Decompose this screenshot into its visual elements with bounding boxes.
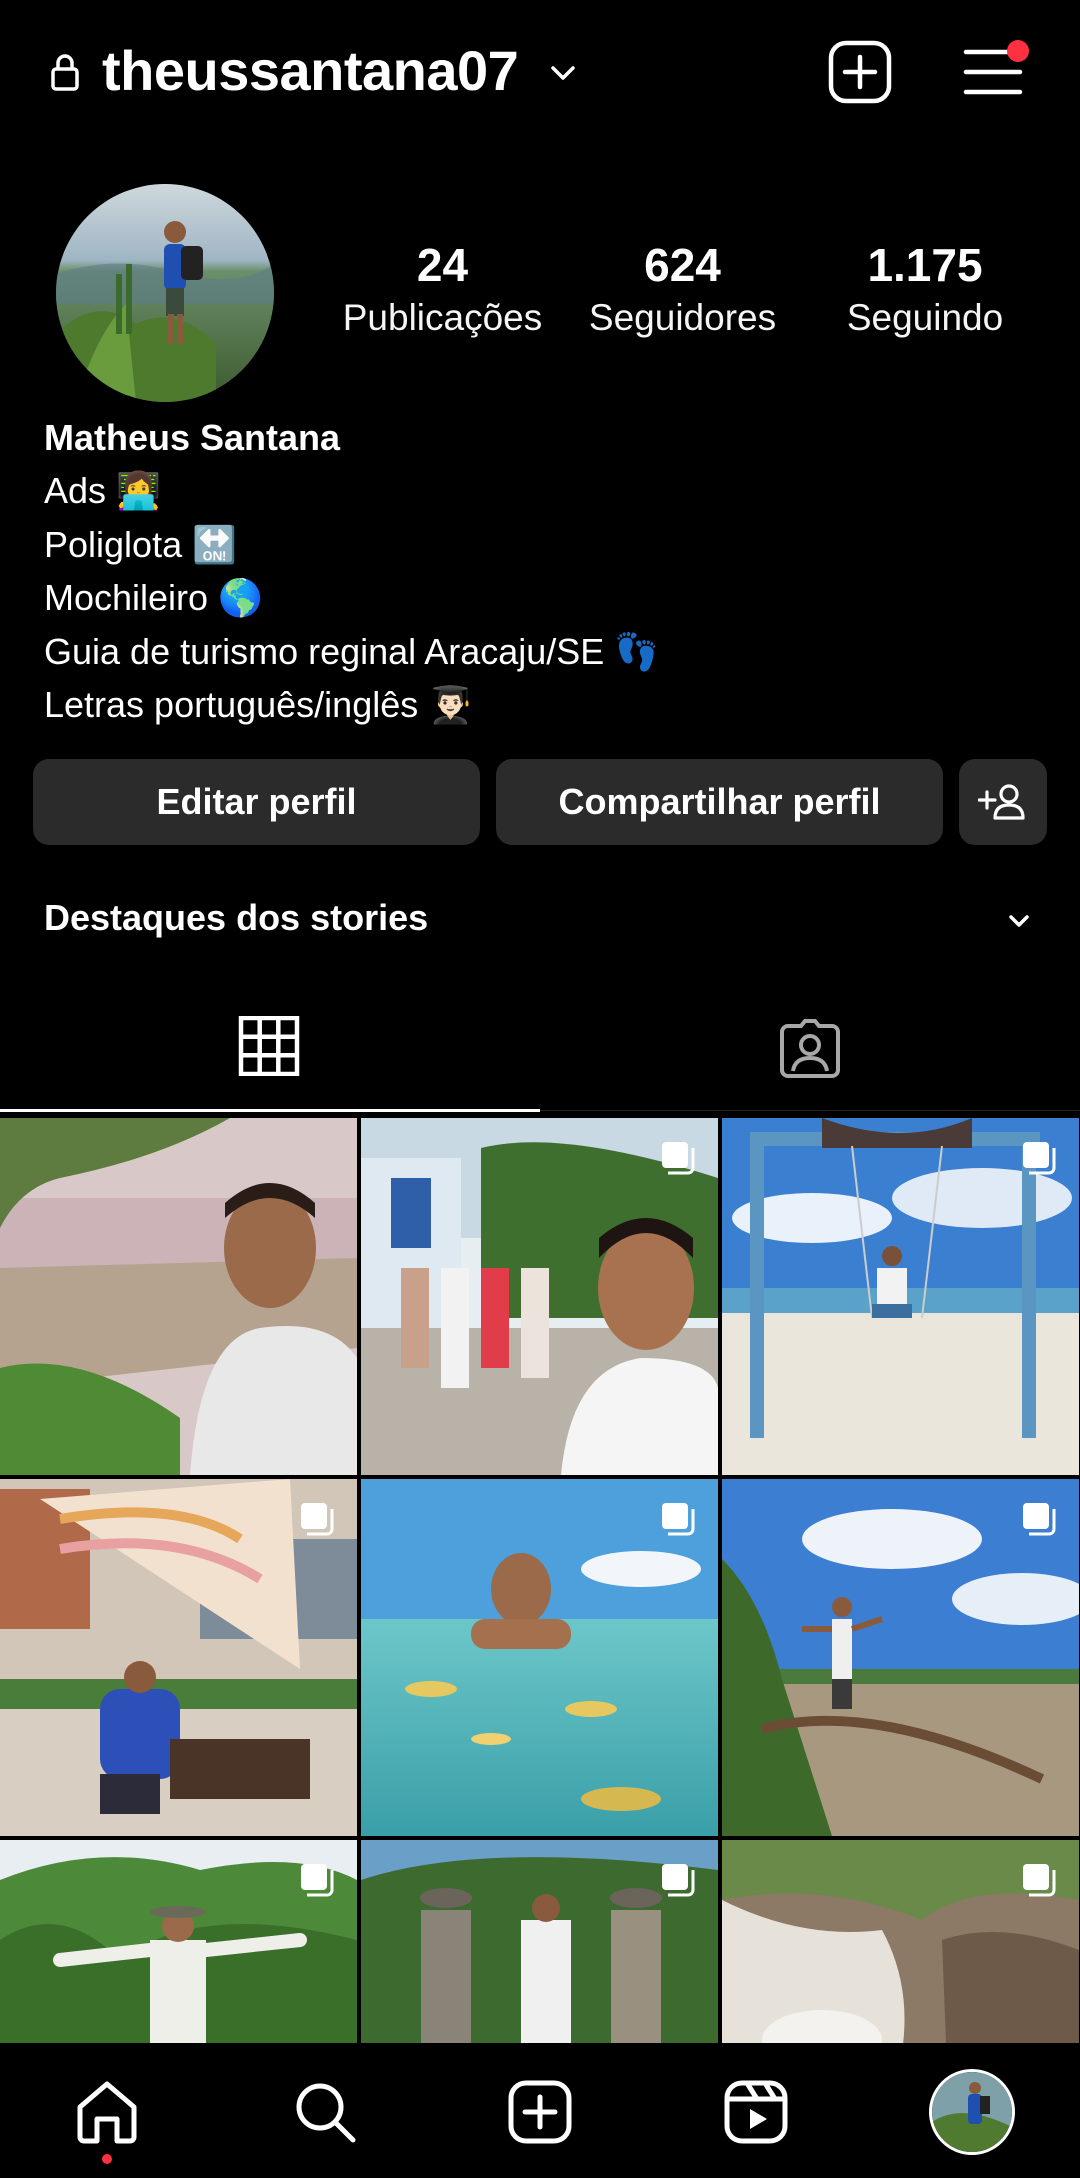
multiple-posts-icon [301,1503,334,1536]
bio-line: Ads 👩‍💻 [44,470,161,511]
bio-line: Guia de turismo reginal Aracaju/SE 👣 [44,630,660,672]
post-thumbnail[interactable] [722,1840,1079,2043]
multiple-posts-icon [1023,1142,1056,1175]
stat-label: Seguidores [588,296,777,338]
multiple-posts-icon [1023,1864,1056,1897]
profile-name: Matheus Santana [44,417,341,458]
reels-icon[interactable] [723,2079,789,2145]
chevron-down-icon[interactable] [548,58,578,88]
stat-value: 624 [644,239,721,291]
tab-divider [540,1110,1080,1111]
multiple-posts-icon [662,1142,695,1175]
post-thumbnail[interactable] [722,1118,1079,1475]
tagged-person-icon[interactable] [776,1018,844,1080]
multiple-posts-icon [662,1864,695,1897]
multiple-posts-icon [662,1503,695,1536]
stat-following[interactable]: 1.175 Seguindo [835,240,1015,339]
home-icon[interactable] [74,2079,140,2145]
stat-posts[interactable]: 24 Publicações [330,240,555,339]
post-thumbnail[interactable] [361,1479,718,1836]
post-thumbnail[interactable] [0,1479,357,1836]
post-thumbnail[interactable] [0,1840,357,2043]
profile-avatar[interactable] [56,184,274,402]
post-thumbnail[interactable] [0,1118,357,1475]
stat-label: Publicações [342,296,543,338]
avatar[interactable] [929,2069,1015,2155]
share-profile-button[interactable]: Compartilhar perfil [496,759,943,845]
story-highlights-toggle[interactable]: Destaques dos stories [44,897,428,939]
lock-icon [51,54,79,91]
grid-icon[interactable] [238,1016,302,1076]
add-person-icon [978,784,1025,820]
stat-value: 1.175 [867,239,983,291]
chevron-down-icon[interactable] [1004,906,1034,936]
bio-line: Mochileiro 🌎 [44,577,263,618]
bio-line: Letras português/inglês 👨🏻‍🎓 [44,684,474,725]
plus-square-icon[interactable] [507,2079,573,2145]
multiple-posts-icon [1023,1503,1056,1536]
notification-dot [1007,40,1029,62]
discover-people-button[interactable] [959,759,1047,845]
post-thumbnail[interactable] [361,1840,718,2043]
post-thumbnail[interactable] [361,1118,718,1475]
stat-label: Seguindo [846,296,1004,338]
bio-line: Poliglota 🔛 [44,523,237,565]
top-bar: theussantana07 [0,0,1080,150]
profile-bio: Matheus Santana Ads 👩‍💻 Poliglota 🔛 Moch… [44,412,659,732]
new-post-button[interactable] [828,40,892,104]
stat-value: 24 [416,239,469,291]
posts-grid [0,1118,1080,2043]
edit-profile-button[interactable]: Editar perfil [33,759,480,845]
stat-followers[interactable]: 624 Seguidores [575,240,790,339]
active-tab-indicator [0,1109,540,1112]
bottom-navigation [0,2043,1080,2178]
active-indicator-dot [102,2154,112,2164]
multiple-posts-icon [301,1864,334,1897]
post-thumbnail[interactable] [722,1479,1079,1836]
search-icon[interactable] [292,2079,358,2145]
account-username[interactable]: theussantana07 [102,38,519,103]
